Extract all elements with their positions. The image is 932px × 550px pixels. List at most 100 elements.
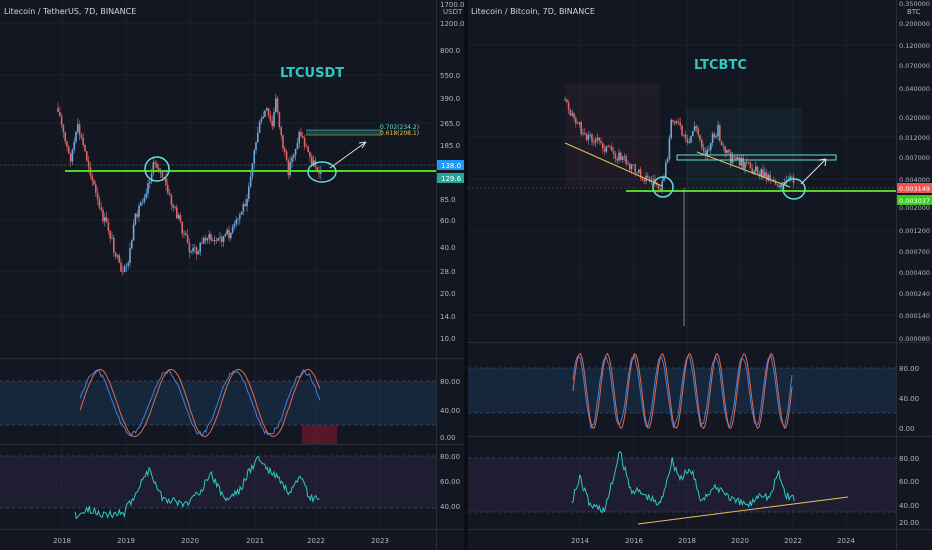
shaded-zone xyxy=(565,83,660,188)
candle-body xyxy=(114,252,117,257)
left-main-pane[interactable] xyxy=(0,0,436,358)
time-tick-label: 2020 xyxy=(731,537,749,545)
price-tick-label: 0.001200 xyxy=(899,227,930,235)
candle-body xyxy=(69,153,72,162)
projection-arrow xyxy=(800,158,827,185)
price-tick-label: 0.002000 xyxy=(899,204,930,212)
osc-tick-label: 40.00 xyxy=(899,395,919,403)
candle-body xyxy=(127,262,129,266)
candle-body xyxy=(190,251,192,253)
candle-body xyxy=(242,204,245,212)
candle-body xyxy=(240,211,243,215)
osc-tick-label: 20.00 xyxy=(899,519,919,527)
price-tick-label: 1200.0 xyxy=(440,20,465,28)
price-tick-label: 550.0 xyxy=(440,72,460,80)
time-tick-label: 2019 xyxy=(117,537,135,545)
candle-body xyxy=(264,110,266,117)
price-tick-label: 28.0 xyxy=(440,268,456,276)
candle-body xyxy=(75,131,77,142)
candle-body xyxy=(289,162,291,176)
price-tick-label: 0.120000 xyxy=(899,42,930,50)
candle-body xyxy=(154,162,156,164)
candle-body xyxy=(675,121,678,124)
right-time-axis[interactable]: 2014 2016 2018 2020 2022 2024 xyxy=(571,537,855,545)
price-tick-label: 0.000240 xyxy=(899,290,930,298)
candle-body xyxy=(143,197,146,202)
candle-body xyxy=(307,146,309,153)
candle-body xyxy=(102,209,104,222)
candle-body xyxy=(201,242,203,244)
candle-body xyxy=(282,135,284,149)
price-tick-label: 185.0 xyxy=(440,142,460,150)
candle-body xyxy=(132,224,135,241)
price-badge-label: 0.003149 xyxy=(899,185,930,193)
price-tick-label: 0.000080 xyxy=(899,335,930,343)
left-stoch-rsi-pane: 80.00 40.00 0.00 xyxy=(0,368,460,444)
osc-tick-label: 40.00 xyxy=(440,407,460,415)
candle-body xyxy=(80,134,83,138)
candle-body xyxy=(681,125,683,136)
candle-body xyxy=(239,214,241,219)
candle-body xyxy=(266,108,268,111)
candle-body xyxy=(665,162,667,178)
candle-body xyxy=(71,149,74,162)
price-tick-label: 0.200000 xyxy=(899,20,930,28)
candle-body xyxy=(131,240,133,249)
candle-body xyxy=(213,240,216,242)
osc-tick-label: 80.00 xyxy=(440,378,460,386)
candle-body xyxy=(98,199,101,208)
left-price-unit: USDT xyxy=(443,8,463,16)
candle-body xyxy=(122,271,124,273)
right-price-axis[interactable]: 0.350000 0.200000 0.120000 0.070000 0.040000… xyxy=(897,0,932,343)
right-overlays xyxy=(468,83,896,326)
price-tick-label: 265.0 xyxy=(440,120,460,128)
candle-body xyxy=(208,234,210,239)
candle-body xyxy=(255,142,257,151)
candle-body xyxy=(235,219,237,224)
candle-body xyxy=(62,124,65,133)
price-tick-label: 0.000140 xyxy=(899,312,930,320)
candle-body xyxy=(186,234,189,244)
time-tick-label: 2024 xyxy=(837,537,855,545)
candle-body xyxy=(276,98,279,112)
candle-body xyxy=(670,119,672,138)
osc-tick-label: 60.00 xyxy=(440,478,460,486)
candle-body xyxy=(170,195,173,205)
candle-body xyxy=(287,160,290,176)
right-stoch-rsi-pane: 80.00 40.00 0.00 xyxy=(468,352,919,433)
candle-body xyxy=(57,108,59,112)
panel-divider[interactable] xyxy=(464,0,468,550)
candle-body xyxy=(224,233,227,236)
price-tick-label: 0.000400 xyxy=(899,269,930,277)
candle-body xyxy=(221,237,223,242)
chart-canvas: 0.702(234.2)0.618(208.1) 80.0040.000.00 … xyxy=(0,0,932,550)
time-tick-label: 2018 xyxy=(678,537,696,545)
stoch-band xyxy=(468,368,896,413)
candle-body xyxy=(109,230,111,239)
candle-body xyxy=(120,262,122,272)
price-tick-label: 0.004000 xyxy=(899,176,930,184)
candle-body xyxy=(78,124,81,135)
candle-body xyxy=(149,181,151,184)
candle-body xyxy=(188,243,191,252)
left-time-axis[interactable]: 2018 2019 2020 2021 2022 2023 xyxy=(53,537,389,545)
candle-body xyxy=(116,255,119,257)
time-tick-label: 2021 xyxy=(246,537,264,545)
left-price-axis[interactable]: 1700.0 1200.0 800.0 550.0 390.0 265.0 185.0 138… xyxy=(437,1,465,343)
candle-body xyxy=(275,98,277,113)
candle-body xyxy=(185,233,187,235)
candle-body xyxy=(305,146,308,148)
candle-body xyxy=(210,234,212,241)
osc-tick-label: 40.00 xyxy=(440,503,460,511)
oversold-highlight xyxy=(302,425,337,444)
price-tick-label: 20.0 xyxy=(440,290,456,298)
candle-body xyxy=(278,111,281,127)
candle-body xyxy=(181,221,183,234)
time-tick-label: 2022 xyxy=(784,537,802,545)
candle-body xyxy=(262,116,264,119)
candle-body xyxy=(320,171,322,174)
candle-body xyxy=(291,157,293,163)
candle-body xyxy=(284,148,286,152)
price-tick-label: 800.0 xyxy=(440,47,460,55)
time-tick-label: 2022 xyxy=(307,537,325,545)
